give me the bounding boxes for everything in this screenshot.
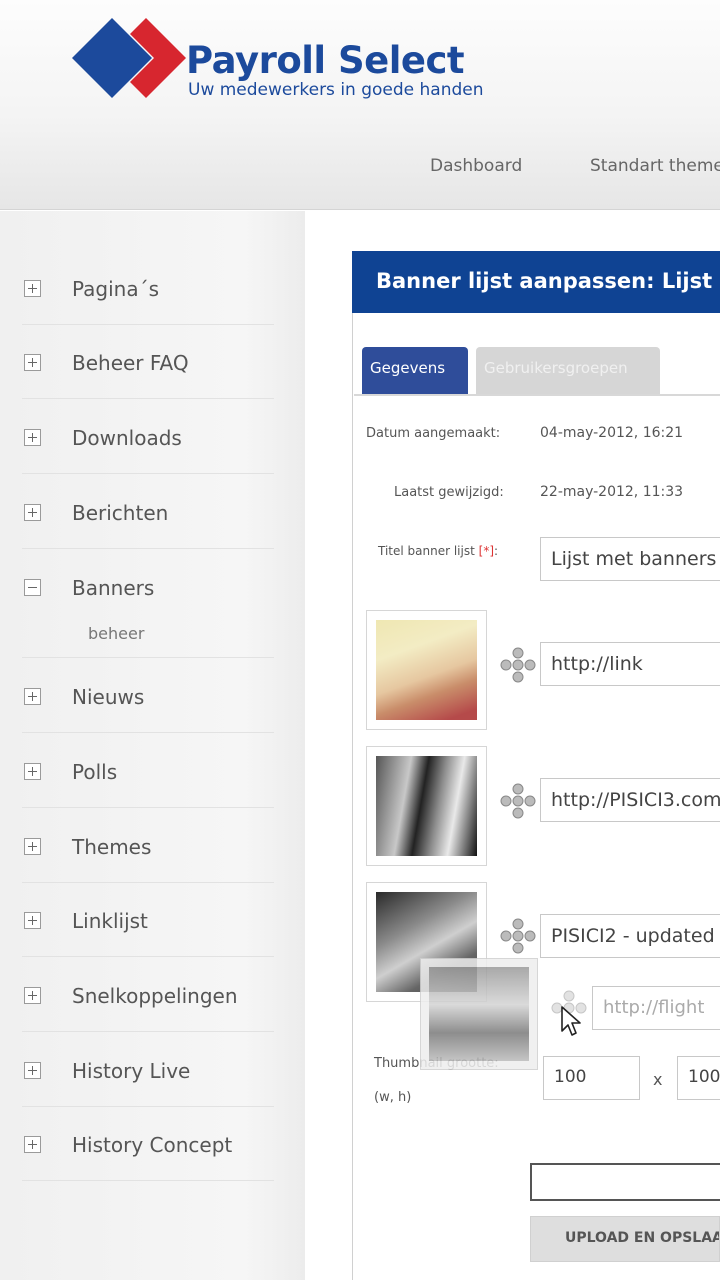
banner-thumbnail-1[interactable] [366, 610, 487, 730]
thumbnail-height-input[interactable]: 100 [677, 1056, 720, 1100]
sidebar-item-label: History Concept [72, 1133, 233, 1157]
panel-header: Banner lijst aanpassen: Lijst [352, 251, 720, 313]
sidebar-item-polls[interactable]: Polls [22, 734, 274, 808]
title-label-text: Titel banner lijst [378, 544, 475, 558]
expand-plus-icon[interactable] [24, 763, 41, 780]
sidebar-item-snelkoppelingen[interactable]: Snelkoppelingen [22, 958, 274, 1032]
sidebar-item-label: History Live [72, 1059, 191, 1083]
created-label: Datum aangemaakt: [366, 426, 501, 441]
move-handle-icon[interactable] [500, 647, 536, 683]
sidebar-item-label: Banners [72, 576, 155, 600]
expand-plus-icon[interactable] [24, 838, 41, 855]
sidebar-item-history-concept[interactable]: History Concept [22, 1107, 274, 1181]
logo-diamond-icon [72, 18, 186, 98]
logo[interactable]: Payroll Select Uw medewerkers in goede h… [72, 18, 512, 102]
expand-plus-icon[interactable] [24, 688, 41, 705]
title-label-colon: : [494, 544, 499, 558]
sidebar-item-banners[interactable]: Banners [22, 550, 274, 658]
top-navigation: Dashboard Standart theme [0, 156, 720, 182]
expand-plus-icon[interactable] [24, 987, 41, 1004]
expand-plus-icon[interactable] [24, 504, 41, 521]
sidebar-subitem-beheer[interactable]: beheer [88, 624, 144, 643]
required-mark: [*] [478, 544, 495, 558]
sidebar-item-label: Beheer FAQ [72, 351, 189, 375]
banner-link-input-1[interactable]: http://link [540, 642, 720, 686]
times-sign: x [653, 1070, 663, 1089]
banner-link-input-2[interactable]: http://PISICI3.com [540, 778, 720, 822]
expand-plus-icon[interactable] [24, 354, 41, 371]
sidebar-item-linklijst[interactable]: Linklijst [22, 883, 274, 957]
tab-gegevens[interactable]: Gegevens [362, 347, 468, 395]
sidebar-item-beheer-faq[interactable]: Beheer FAQ [22, 325, 274, 399]
modified-value: 22-may-2012, 11:33 [540, 484, 684, 500]
banner-thumbnail-2[interactable] [366, 746, 487, 866]
expand-plus-icon[interactable] [24, 912, 41, 929]
tab-gebruikersgroepen[interactable]: Gebruikersgroepen [476, 347, 660, 395]
nav-standart-theme[interactable]: Standart theme [590, 156, 720, 176]
sidebar-item-downloads[interactable]: Downloads [22, 400, 274, 474]
sidebar-item-themes[interactable]: Themes [22, 809, 274, 883]
mouse-cursor-icon [561, 1006, 581, 1036]
sidebar-item-label: Pagina´s [72, 277, 160, 301]
sidebar-item-label: Snelkoppelingen [72, 984, 238, 1008]
sidebar-item-nieuws[interactable]: Nieuws [22, 659, 274, 733]
move-handle-icon[interactable] [500, 918, 536, 954]
thumbnail-size-hint: (w, h) [374, 1090, 412, 1105]
sidebar-item-label: Polls [72, 760, 118, 784]
sidebar-item-label: Linklijst [72, 909, 148, 933]
logo-tagline: Uw medewerkers in goede handen [188, 80, 484, 100]
collapse-minus-icon[interactable] [24, 579, 41, 596]
sidebar-item-history-live[interactable]: History Live [22, 1033, 274, 1107]
sidebar-item-label: Themes [72, 835, 152, 859]
site-header: Payroll Select Uw medewerkers in goede h… [0, 0, 720, 210]
title-input[interactable]: Lijst met banners [540, 537, 720, 581]
banner-link-input-3[interactable]: PISICI2 - updated [540, 914, 720, 958]
banner-image [429, 967, 529, 1061]
dragged-thumbnail[interactable] [420, 958, 538, 1070]
title-label: Titel banner lijst [*]: [378, 544, 498, 558]
sidebar-item-berichten[interactable]: Berichten [22, 475, 274, 549]
created-value: 04-may-2012, 16:21 [540, 425, 684, 441]
file-upload-field[interactable] [530, 1163, 720, 1201]
expand-plus-icon[interactable] [24, 1136, 41, 1153]
nav-dashboard[interactable]: Dashboard [430, 156, 522, 176]
expand-plus-icon[interactable] [24, 1062, 41, 1079]
sidebar-item-label: Nieuws [72, 685, 145, 709]
sidebar: Pagina´s Beheer FAQ Downloads Berichten … [0, 211, 305, 1280]
sidebar-item-paginas[interactable]: Pagina´s [22, 251, 274, 325]
tab-divider [354, 394, 720, 396]
sidebar-item-label: Downloads [72, 426, 182, 450]
panel-title: Banner lijst aanpassen: Lijst [376, 269, 713, 293]
modified-label: Laatst gewijzigd: [394, 485, 504, 500]
banner-image [376, 620, 477, 720]
logo-title: Payroll Select [186, 39, 465, 82]
upload-save-button[interactable]: UPLOAD EN OPSLAAN [530, 1216, 720, 1262]
banner-image [376, 756, 477, 856]
move-handle-icon[interactable] [500, 783, 536, 819]
expand-plus-icon[interactable] [24, 280, 41, 297]
thumbnail-width-input[interactable]: 100 [543, 1056, 640, 1100]
expand-plus-icon[interactable] [24, 429, 41, 446]
sidebar-item-label: Berichten [72, 501, 169, 525]
new-banner-link-input[interactable]: http://flight [592, 986, 720, 1030]
